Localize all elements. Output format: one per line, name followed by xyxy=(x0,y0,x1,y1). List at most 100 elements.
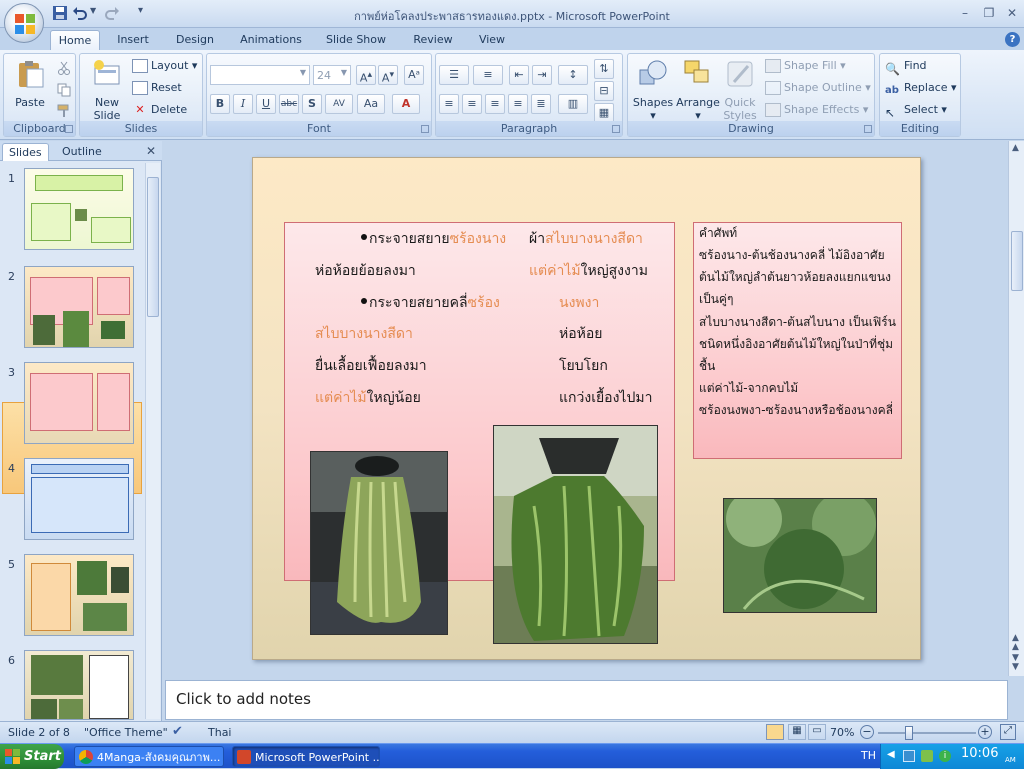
next-slide-icon[interactable]: ▼ ▼ xyxy=(1012,654,1019,672)
panel-scroll-thumb[interactable] xyxy=(147,177,159,317)
character-spacing-icon[interactable]: AV xyxy=(325,94,353,114)
shape-outline-button[interactable]: Shape Outline ▾ xyxy=(765,78,871,98)
grow-font-icon[interactable]: A▴ xyxy=(356,65,376,85)
quick-styles-button[interactable]: Quick Styles xyxy=(720,58,760,122)
office-button[interactable] xyxy=(4,3,44,43)
line-spacing-icon[interactable]: ↕ xyxy=(558,65,588,85)
drawing-launcher-icon[interactable] xyxy=(864,125,872,133)
slide-thumbnail-4[interactable] xyxy=(24,458,134,540)
slide-thumbnail-2[interactable] xyxy=(24,266,134,348)
bullets-icon[interactable]: ☰ xyxy=(439,65,469,85)
slide-thumbnail-6[interactable] xyxy=(24,650,134,720)
slide-thumbnail-3[interactable] xyxy=(24,362,134,444)
numbering-icon[interactable]: ≡ xyxy=(473,65,503,85)
notes-pane[interactable]: Click to add notes xyxy=(165,680,1008,720)
align-right-icon[interactable]: ≡ xyxy=(485,94,505,114)
new-slide-button[interactable]: New Slide xyxy=(86,58,128,122)
language-indicator[interactable]: Thai xyxy=(208,726,232,739)
strikethrough-icon[interactable]: abc xyxy=(279,94,299,114)
tab-insert[interactable]: Insert xyxy=(110,30,156,50)
tab-home[interactable]: Home xyxy=(50,30,100,50)
scroll-up-icon[interactable]: ▲ xyxy=(1012,143,1019,153)
tab-review[interactable]: Review xyxy=(408,30,458,50)
cut-icon[interactable] xyxy=(57,61,71,75)
tab-animations[interactable]: Animations xyxy=(236,30,306,50)
security-icon[interactable]: i xyxy=(939,750,951,762)
slide-scrollbar[interactable]: ▲ ▲ ▲ ▼ ▼ xyxy=(1008,141,1024,676)
slide-sorter-view-icon[interactable]: ▦ xyxy=(788,724,806,740)
center-icon[interactable]: ≡ xyxy=(462,94,482,114)
zoom-in-icon[interactable]: + xyxy=(978,725,992,739)
tab-outline[interactable]: Outline xyxy=(56,143,108,161)
spelling-check-icon[interactable]: ✔ xyxy=(172,724,183,739)
align-text-icon[interactable]: ⊟ xyxy=(594,81,614,101)
select-button[interactable]: ↖ Select ▾ xyxy=(885,100,947,120)
replace-button[interactable]: ab Replace ▾ xyxy=(885,78,957,98)
normal-view-icon[interactable] xyxy=(766,724,784,740)
font-launcher-icon[interactable] xyxy=(421,125,429,133)
font-name-combo[interactable]: ▼ xyxy=(210,65,310,85)
clipboard-launcher-icon[interactable] xyxy=(65,125,73,133)
tab-slides[interactable]: Slides xyxy=(2,143,49,161)
slide-thumbnail-5[interactable] xyxy=(24,554,134,636)
zoom-slider-thumb[interactable] xyxy=(905,726,913,740)
zoom-out-icon[interactable]: − xyxy=(860,725,874,739)
shapes-button[interactable]: Shapes ▾ xyxy=(631,58,675,122)
taskbar-chrome[interactable]: 4Manga-สังคมคุณภาพ... xyxy=(74,746,224,767)
font-color-icon[interactable]: A xyxy=(392,94,420,114)
text-direction-icon[interactable]: ⇅ xyxy=(594,59,614,79)
align-left-icon[interactable]: ≡ xyxy=(439,94,459,114)
shape-fill-button[interactable]: Shape Fill ▾ xyxy=(765,56,846,76)
zoom-level[interactable]: 70% xyxy=(830,726,854,739)
bold-icon[interactable]: B xyxy=(210,94,230,114)
format-painter-icon[interactable] xyxy=(57,104,71,118)
slide-scroll-thumb[interactable] xyxy=(1011,231,1023,291)
change-case-icon[interactable]: Aa xyxy=(357,94,385,114)
delete-button[interactable]: ✕ Delete xyxy=(132,100,187,120)
zoom-slider-track[interactable] xyxy=(878,732,976,734)
layout-button[interactable]: Layout ▾ xyxy=(132,56,197,76)
panel-scrollbar[interactable] xyxy=(145,163,160,719)
clear-formatting-icon[interactable]: Aᵃ xyxy=(404,65,424,85)
slide-canvas[interactable]: กระจายสยายซร้องนาง ผ้าสไบบางนางสีดา ห่อห… xyxy=(252,157,921,660)
previous-slide-icon[interactable]: ▲ ▲ xyxy=(1012,634,1019,652)
decrease-indent-icon[interactable]: ⇤ xyxy=(509,65,529,85)
copy-icon[interactable] xyxy=(57,83,71,97)
shrink-font-icon[interactable]: A▾ xyxy=(378,65,398,85)
tab-slide-show[interactable]: Slide Show xyxy=(322,30,390,50)
find-button[interactable]: 🔍 Find xyxy=(885,56,927,76)
underline-icon[interactable]: U xyxy=(256,94,276,114)
font-size-combo[interactable]: 24 ▼ xyxy=(313,65,351,85)
paste-button[interactable]: Paste xyxy=(10,58,50,109)
network-icon[interactable] xyxy=(903,750,915,762)
tray-expand-icon[interactable]: ◀ xyxy=(887,749,895,760)
text-shadow-icon[interactable]: S xyxy=(302,94,322,114)
italic-icon[interactable]: I xyxy=(233,94,253,114)
close-panel-icon[interactable]: ✕ xyxy=(146,144,156,158)
smartart-icon[interactable]: ▦ xyxy=(594,103,614,123)
safely-remove-icon[interactable] xyxy=(921,750,933,762)
help-icon[interactable]: ? xyxy=(1005,32,1020,47)
close-button[interactable]: ✕ xyxy=(1003,5,1021,21)
increase-indent-icon[interactable]: ⇥ xyxy=(532,65,552,85)
taskbar-powerpoint[interactable]: Microsoft PowerPoint ... xyxy=(232,746,380,767)
tab-design[interactable]: Design xyxy=(170,30,220,50)
slide-thumbnail-1[interactable] xyxy=(24,168,134,250)
hanging-fern-photo-1[interactable] xyxy=(310,451,448,635)
shape-effects-button[interactable]: Shape Effects ▾ xyxy=(765,100,868,120)
columns-icon[interactable]: ▥ xyxy=(558,94,588,114)
input-language[interactable]: TH xyxy=(861,749,876,762)
slide-show-view-icon[interactable]: ▭ xyxy=(808,724,826,740)
justify-icon[interactable]: ≡ xyxy=(508,94,528,114)
start-button[interactable]: Start xyxy=(0,744,64,769)
paragraph-launcher-icon[interactable] xyxy=(612,125,620,133)
hanging-fern-photo-2[interactable] xyxy=(493,425,658,644)
arrange-button[interactable]: Arrange ▾ xyxy=(676,58,720,122)
reset-button[interactable]: Reset xyxy=(132,78,182,98)
fit-to-window-icon[interactable]: ⤢ xyxy=(1000,724,1016,740)
distributed-icon[interactable]: ≣ xyxy=(531,94,551,114)
fern-tree-photo[interactable] xyxy=(723,498,877,613)
minimize-button[interactable]: – xyxy=(956,5,974,21)
tab-view[interactable]: View xyxy=(472,30,512,50)
restore-button[interactable]: ❐ xyxy=(980,5,998,21)
